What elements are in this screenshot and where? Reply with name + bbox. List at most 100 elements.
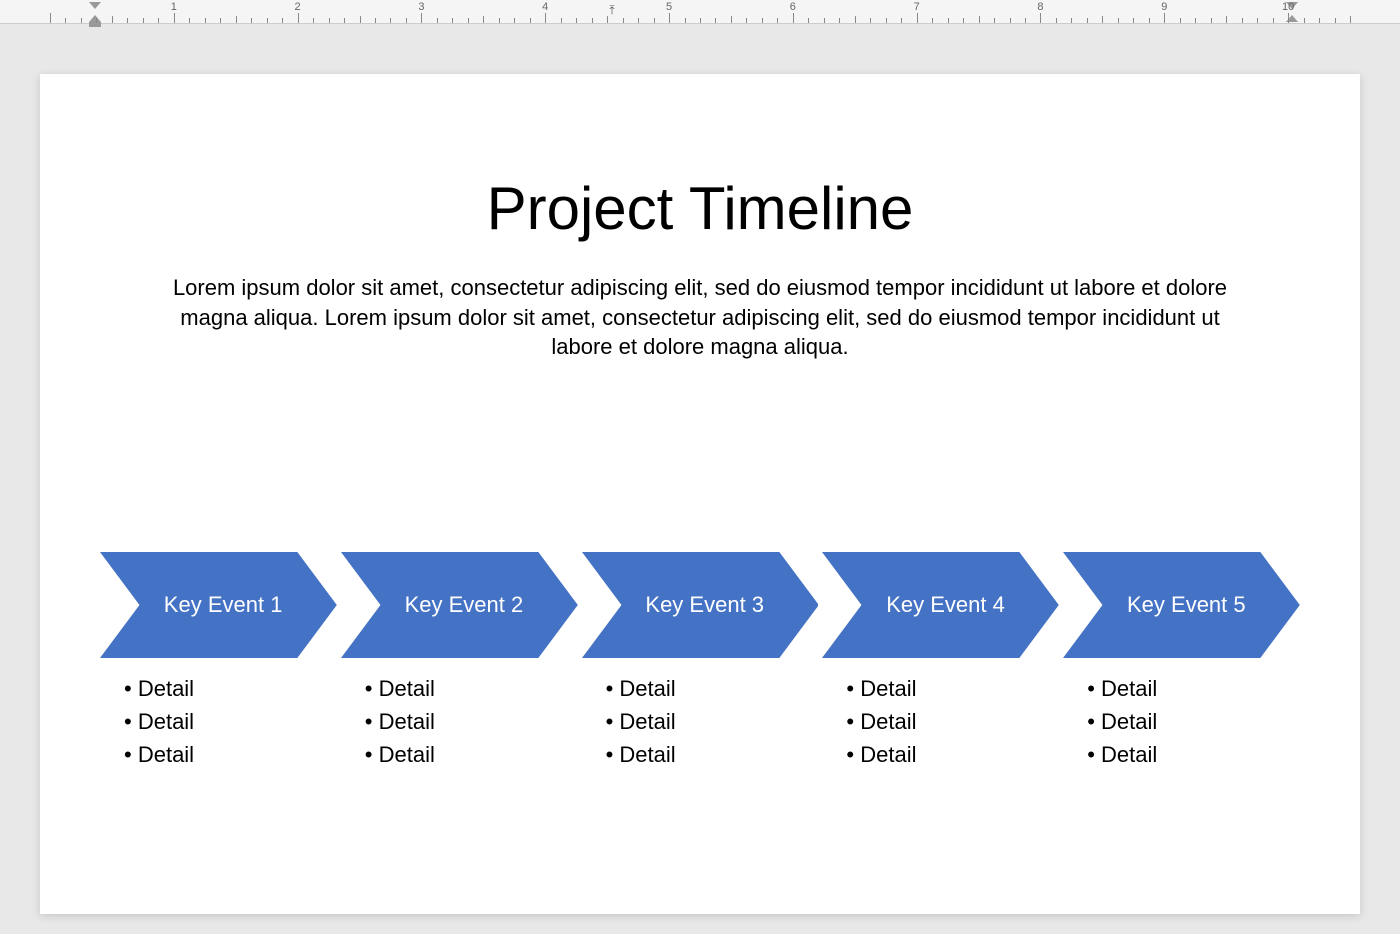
ruler-tick [1102, 16, 1103, 23]
ruler-tick [808, 18, 809, 23]
ruler-tick [746, 18, 747, 23]
ruler-tick [1242, 18, 1243, 23]
ruler-tick [189, 18, 190, 23]
ruler-tick [623, 18, 624, 23]
ruler-tick [1195, 18, 1196, 23]
ruler-tick [143, 18, 144, 23]
ruler-tick [205, 18, 206, 23]
ruler-tick [886, 18, 887, 23]
chevron-label: Key Event 5 [1127, 592, 1246, 618]
details-col-3[interactable]: Detail Detail Detail [582, 672, 819, 771]
chevron-event-3[interactable]: Key Event 3 [582, 552, 819, 658]
ruler-tick [715, 18, 716, 23]
detail-item: Detail [1087, 705, 1300, 738]
ruler-tick [344, 18, 345, 23]
ruler-tick [777, 18, 778, 23]
ruler-tick [530, 18, 531, 23]
chevron-event-1[interactable]: Key Event 1 [100, 552, 337, 658]
ruler-number: 2 [295, 1, 301, 13]
ruler-tick [685, 18, 686, 23]
chevron-event-5[interactable]: Key Event 5 [1063, 552, 1300, 658]
ruler-tick [1010, 18, 1011, 23]
ruler-tick [855, 16, 856, 23]
ruler-tick [468, 18, 469, 23]
ruler-tick [514, 18, 515, 23]
detail-item: Detail [124, 705, 337, 738]
ruler-number: 6 [790, 1, 796, 13]
detail-item: Detail [606, 738, 819, 771]
ruler-tick [932, 18, 933, 23]
detail-item: Detail [365, 672, 578, 705]
slide-description[interactable]: Lorem ipsum dolor sit amet, consectetur … [150, 273, 1250, 362]
chevron-label: Key Event 4 [886, 592, 1005, 618]
ruler-tick [839, 18, 840, 23]
slide[interactable]: Project Timeline Lorem ipsum dolor sit a… [40, 74, 1360, 914]
ruler-tick [545, 13, 546, 23]
ruler-tick [1350, 16, 1351, 23]
ruler-tick [158, 18, 159, 23]
chevron-label: Key Event 1 [164, 592, 283, 618]
ruler-tick [236, 16, 237, 23]
ruler-tick [1087, 18, 1088, 23]
details-col-5[interactable]: Detail Detail Detail [1063, 672, 1300, 771]
ruler-tick [282, 18, 283, 23]
detail-item: Detail [124, 738, 337, 771]
detail-item: Detail [846, 738, 1059, 771]
ruler-tick [360, 16, 361, 23]
detail-item: Detail [1087, 738, 1300, 771]
ruler-number: 3 [418, 1, 424, 13]
ruler-number: 1 [171, 1, 177, 13]
ruler-tick [638, 18, 639, 23]
ruler-tick [1304, 18, 1305, 23]
ruler-tick [298, 13, 299, 23]
ruler-tick [313, 18, 314, 23]
hanging-indent-marker[interactable] [89, 15, 101, 22]
ruler-tick [483, 16, 484, 23]
detail-item: Detail [846, 672, 1059, 705]
ruler-tick [1226, 16, 1227, 23]
ruler-tick [1211, 18, 1212, 23]
ruler-tick [499, 18, 500, 23]
ruler-tick [112, 16, 113, 23]
ruler-tick [390, 18, 391, 23]
ruler-tick [994, 18, 995, 23]
ruler-number: 8 [1037, 1, 1043, 13]
slide-title[interactable]: Project Timeline [100, 174, 1300, 243]
ruler-tick [174, 13, 175, 23]
ruler-tick [251, 18, 252, 23]
ruler-tick [452, 18, 453, 23]
chevron-event-4[interactable]: Key Event 4 [822, 552, 1059, 658]
chevron-event-2[interactable]: Key Event 2 [341, 552, 578, 658]
details-col-2[interactable]: Detail Detail Detail [341, 672, 578, 771]
timeline-smartart[interactable]: Key Event 1 Key Event 2 Key Event 3 Key … [100, 552, 1300, 658]
ruler-tick [1149, 18, 1150, 23]
first-line-indent-marker[interactable] [89, 2, 101, 9]
detail-item: Detail [365, 738, 578, 771]
ruler-tick [1118, 18, 1119, 23]
ruler-tick [901, 18, 902, 23]
detail-item: Detail [606, 672, 819, 705]
ruler-tick [329, 18, 330, 23]
ruler-tick [1133, 18, 1134, 23]
details-col-1[interactable]: Detail Detail Detail [100, 672, 337, 771]
ruler-tick [1164, 13, 1165, 23]
ruler-tick [731, 16, 732, 23]
ruler-tick [963, 18, 964, 23]
ruler-tick [700, 18, 701, 23]
ruler-tick [576, 18, 577, 23]
ruler-tick [50, 13, 51, 23]
ruler-tick [561, 18, 562, 23]
left-indent-marker[interactable] [89, 22, 101, 27]
timeline-details: Detail Detail Detail Detail Detail Detai… [100, 672, 1300, 771]
ruler-tick [793, 13, 794, 23]
ruler-tick [1335, 18, 1336, 23]
details-col-4[interactable]: Detail Detail Detail [822, 672, 1059, 771]
ruler-tick [421, 13, 422, 23]
ruler-tick [592, 18, 593, 23]
horizontal-ruler[interactable]: ⤒ 12345678910 [0, 0, 1400, 24]
tab-stop-marker[interactable]: ⤒ [609, 3, 614, 18]
ruler-tick [654, 18, 655, 23]
ruler-tick [1025, 18, 1026, 23]
ruler-tick [127, 18, 128, 23]
chevron-label: Key Event 2 [405, 592, 524, 618]
